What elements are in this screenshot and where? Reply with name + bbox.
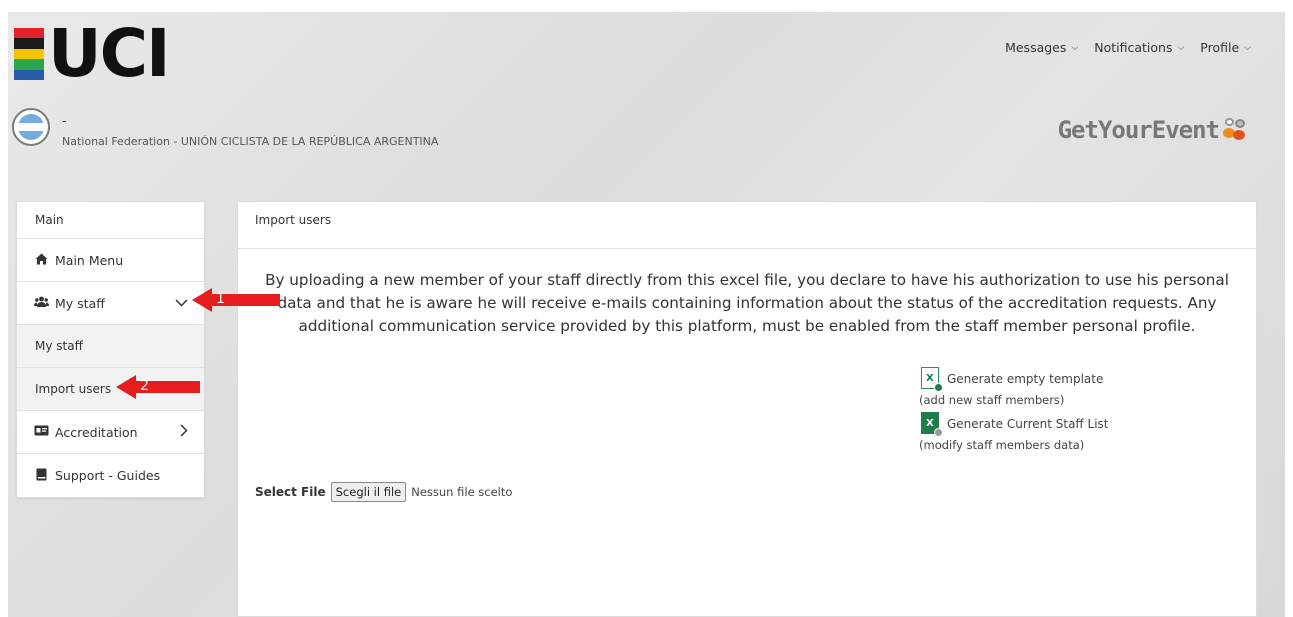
chevron-right-icon[interactable] [180,423,188,441]
getyourevent-text: GetYourEvent [1057,116,1220,144]
chevron-down-icon: ⌵ [1244,42,1251,53]
sidebar-item-accreditation[interactable]: Accreditation [17,411,204,454]
sidebar-item-support-guides[interactable]: Support - Guides [17,454,204,497]
page-background: UCI Messages ⌵ Notifications ⌵ Profile ⌵… [8,12,1285,617]
argentina-flag-icon [12,108,50,146]
generate-empty-template-label: Generate empty template [947,372,1104,386]
annotation-number-2: 2 [140,378,149,394]
import-users-panel: Import users By uploading a new member o… [237,201,1257,617]
chevron-down-icon: ⌵ [1177,42,1185,53]
notifications-menu[interactable]: Notifications ⌵ [1094,40,1184,55]
chevron-down-icon[interactable] [175,295,188,311]
rainbow-stripes [14,28,44,81]
sidebar-header: Main [17,202,204,239]
annotation-arrow-2: 2 [116,375,200,399]
empty-template-hint: (add new staff members) [919,393,1065,407]
federation-name: National Federation - UNIÓN CICLISTA DE … [62,135,439,148]
sidebar-item-label: Accreditation [55,424,138,440]
messages-label: Messages [1005,40,1067,55]
top-navigation: Messages ⌵ Notifications ⌵ Profile ⌵ [1005,40,1251,55]
consent-notice: By uploading a new member of your staff … [265,271,1229,335]
chevron-down-icon: ⌵ [1071,42,1079,53]
sidebar-item-label: My staff [35,339,83,353]
users-icon [34,296,49,310]
sidebar: Main Main Menu My staff My staff Import … [16,201,205,498]
federation-info: - National Federation - UNIÓN CICLISTA D… [12,108,438,148]
getyourevent-logo: GetYourEvent [1058,116,1249,144]
choose-file-button[interactable]: Scegli il file [330,482,407,502]
select-file-label: Select File [255,485,326,499]
notifications-label: Notifications [1094,40,1173,55]
id-card-icon [34,425,49,439]
sidebar-item-label: My staff [55,295,105,311]
user-name: - [62,114,67,129]
excel-add-icon: X [921,367,943,392]
sidebar-item-my-staff-group[interactable]: My staff [17,282,204,325]
generate-current-staff-list-label: Generate Current Staff List [947,417,1109,431]
current-staff-list-hint: (modify staff members data) [919,438,1085,452]
template-downloads: X Generate empty template (add new staff… [919,367,1108,457]
generate-empty-template-link[interactable]: X Generate empty template [919,367,1108,392]
file-upload-row: Select File Scegli il file Nessun file s… [255,482,512,502]
no-file-status: Nessun file scelto [411,485,513,499]
sidebar-item-label: Support - Guides [55,468,161,483]
profile-menu[interactable]: Profile ⌵ [1200,40,1251,55]
home-icon [34,253,49,268]
generate-current-staff-list-link[interactable]: X Generate Current Staff List [919,412,1109,437]
annotation-arrow-1: 1 [192,288,280,312]
sidebar-subitem-my-staff[interactable]: My staff [17,325,204,368]
sidebar-item-main-menu[interactable]: Main Menu [17,239,204,282]
messages-menu[interactable]: Messages ⌵ [1005,40,1078,55]
logo-text: UCI [48,15,171,92]
profile-label: Profile [1200,40,1240,55]
excel-edit-icon: X [921,412,943,437]
book-icon [34,468,49,484]
panel-title: Import users [238,202,1256,249]
sidebar-item-label: Import users [35,382,112,396]
annotation-number-1: 1 [216,291,225,307]
uci-logo[interactable]: UCI [14,15,171,92]
sidebar-item-label: Main Menu [55,252,124,268]
hexagon-dots-icon [1219,116,1249,144]
